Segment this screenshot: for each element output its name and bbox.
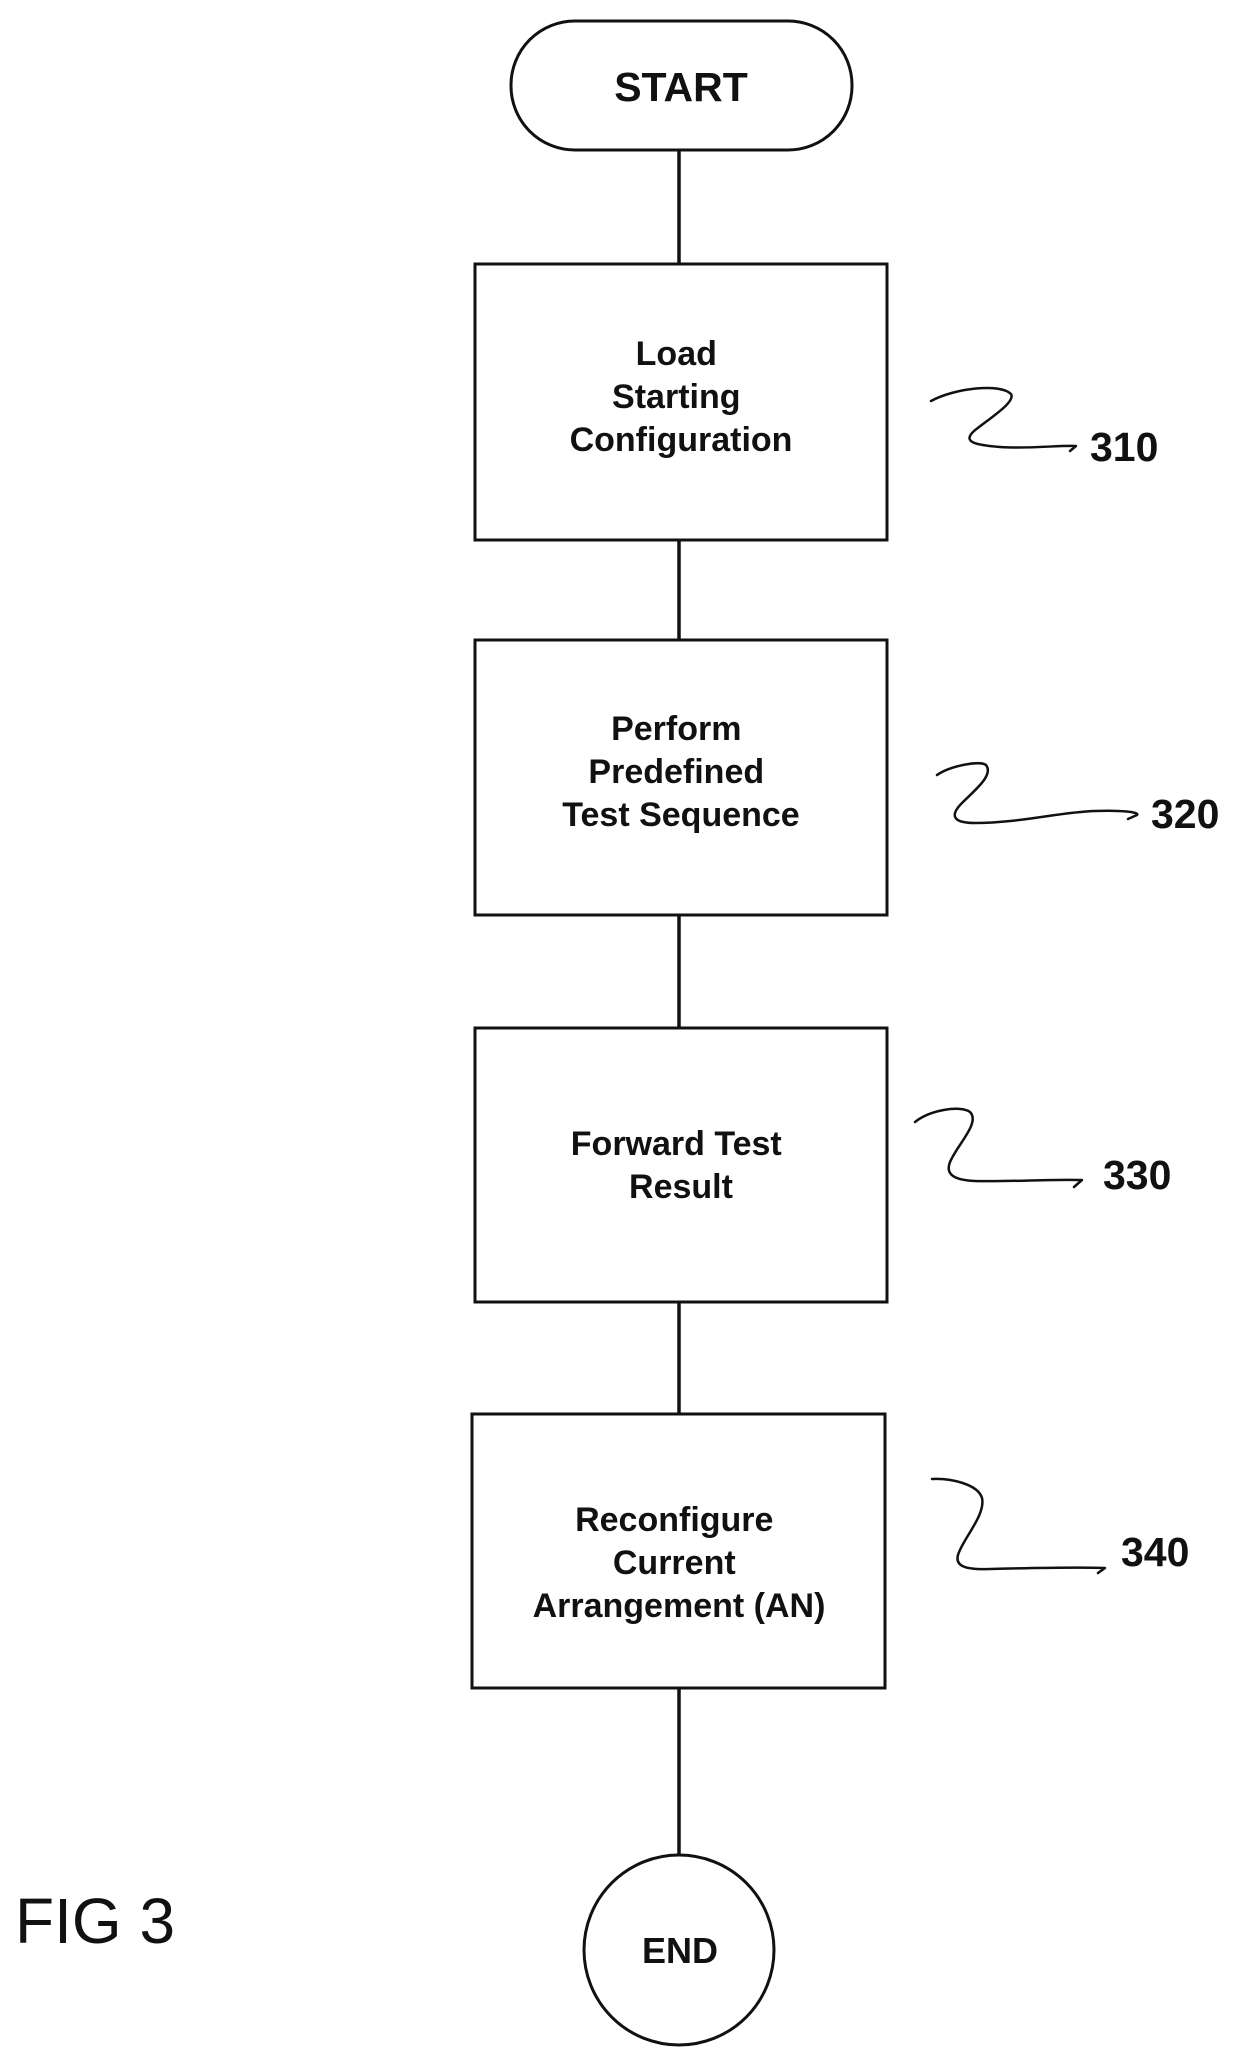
step-340-leader-line: [930, 1477, 1107, 1575]
start-node: START: [509, 19, 854, 152]
step-340-ref-number: 340: [1121, 1529, 1189, 1575]
step-330-line-1: Forward Test: [571, 1125, 782, 1163]
step-340-line-2: Current: [613, 1544, 736, 1582]
step-330-ref-number: 330: [1103, 1152, 1171, 1198]
step-330-box: [473, 1026, 889, 1304]
step-310-ref-number: 310: [1090, 424, 1158, 470]
step-310-line-2: Starting: [612, 378, 740, 416]
figure-label: FIG 3: [15, 1885, 175, 1957]
step-310-line-3: Configuration: [570, 421, 793, 459]
step-310: Load Starting Configuration 310: [473, 262, 1158, 542]
end-label: END: [642, 1930, 718, 1971]
step-320-line-1: Perform: [611, 710, 741, 748]
step-320-leader-line: [935, 761, 1139, 825]
step-340: Reconfigure Current Arrangement (AN) 340: [470, 1412, 1189, 1690]
step-330-line-2: Result: [629, 1168, 733, 1206]
step-320-line-2: Predefined: [588, 753, 764, 791]
step-330: Forward Test Result 330: [473, 1026, 1171, 1304]
step-340-line-3: Arrangement (AN): [533, 1587, 826, 1625]
step-320-ref-number: 320: [1151, 791, 1219, 837]
step-310-line-1: Load: [636, 335, 717, 373]
step-330-leader-line: [913, 1107, 1084, 1189]
step-320-line-3: Test Sequence: [562, 796, 799, 834]
flowchart-diagram: START Load Starting Configuration 310 Pe…: [15, 19, 1219, 2047]
step-320: Perform Predefined Test Sequence 320: [473, 638, 1219, 917]
step-310-leader-line: [929, 386, 1078, 453]
start-label: START: [614, 64, 748, 110]
step-340-line-1: Reconfigure: [575, 1501, 773, 1539]
end-node: END: [582, 1853, 776, 2047]
